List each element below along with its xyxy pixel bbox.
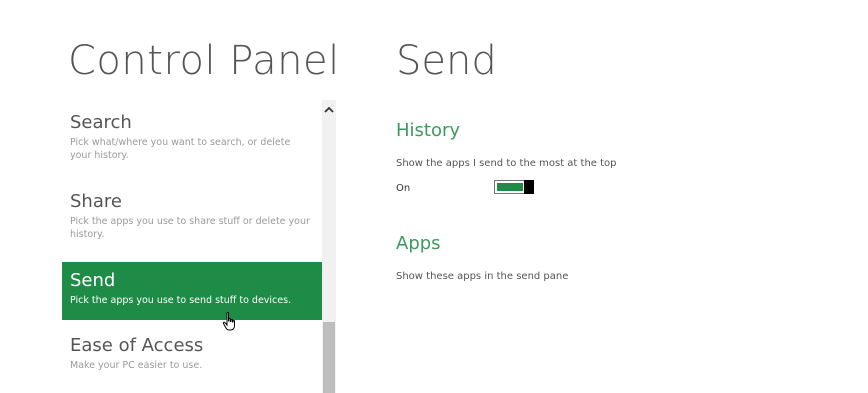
- nav-item-ease-of-access[interactable]: Ease of Access Make your PC easier to us…: [62, 335, 322, 385]
- nav-item-title: Share: [70, 191, 122, 212]
- nav-item-description: Pick what/where you want to search, or d…: [70, 137, 291, 161]
- apps-heading: Apps: [396, 233, 441, 254]
- history-description: Show the apps I send to the most at the …: [396, 158, 617, 169]
- page-title: Control Panel: [68, 38, 340, 84]
- settings-category-list: Search Pick what/where you want to searc…: [62, 100, 322, 393]
- nav-item-send[interactable]: Send Pick the apps you use to send stuff…: [62, 262, 322, 320]
- nav-item-title: Search: [70, 112, 132, 133]
- chevron-up-icon[interactable]: [322, 106, 336, 118]
- apps-description: Show these apps in the send pane: [396, 271, 569, 282]
- nav-item-description: Make your PC easier to use.: [70, 360, 203, 371]
- nav-item-title: Send: [70, 270, 116, 291]
- nav-item-description: Pick the apps you use to send stuff to d…: [70, 295, 292, 306]
- history-toggle-label: On: [396, 183, 411, 194]
- nav-item-description: Pick the apps you use to share stuff or …: [70, 216, 310, 240]
- nav-item-share[interactable]: Share Pick the apps you use to share stu…: [62, 191, 322, 257]
- scrollbar-thumb[interactable]: [323, 322, 335, 393]
- history-heading: History: [396, 120, 461, 141]
- list-scrollbar[interactable]: [322, 100, 336, 393]
- control-panel-page: Control Panel Search Pick what/where you…: [0, 0, 868, 393]
- hand-pointer-icon: [222, 311, 238, 332]
- nav-item-search[interactable]: Search Pick what/where you want to searc…: [62, 112, 322, 178]
- toggle-fill: [497, 183, 523, 191]
- section-title: Send: [396, 38, 497, 84]
- history-toggle-switch[interactable]: [494, 180, 534, 194]
- nav-item-title: Ease of Access: [70, 335, 204, 356]
- toggle-thumb[interactable]: [524, 180, 534, 194]
